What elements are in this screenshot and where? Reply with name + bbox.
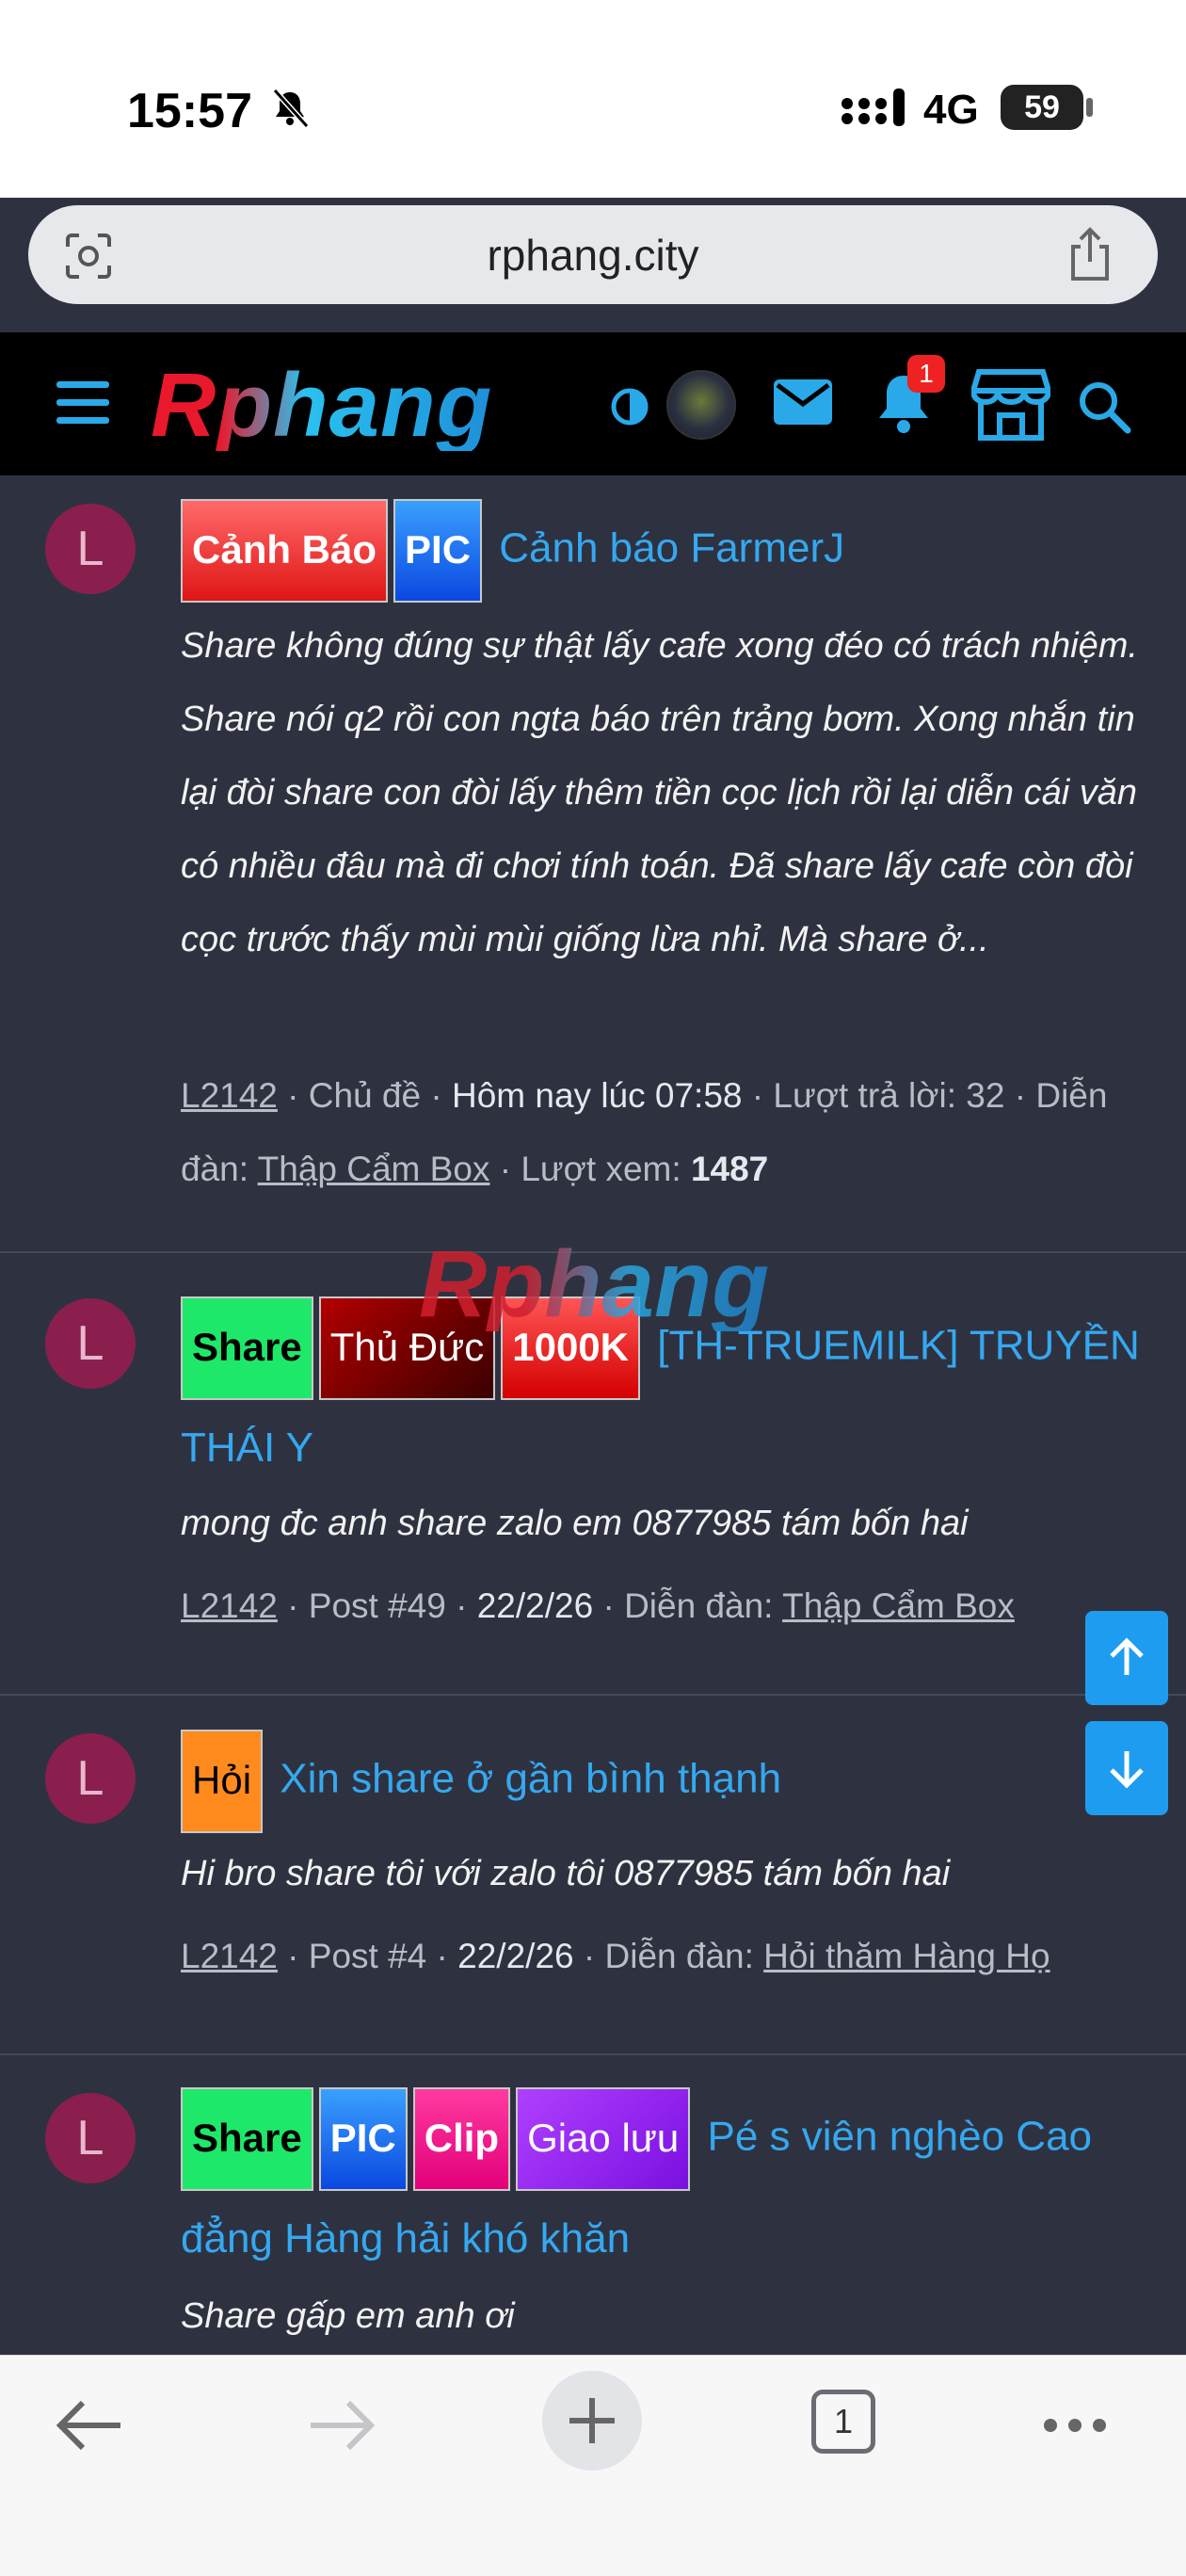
back-icon[interactable]: [55, 2397, 124, 2454]
prefix-label[interactable]: Share: [181, 1296, 313, 1400]
post-meta: L2142 · Chủ đề · Hôm nay lúc 07:58 · Lượ…: [181, 1076, 1108, 1188]
post-excerpt: Share không đúng sự thật lấy cafe xong đ…: [181, 626, 1138, 959]
views-label: Lượt xem:: [521, 1150, 681, 1188]
forum-link[interactable]: Thập Cẩm Box: [782, 1586, 1015, 1625]
site-header: Rphang 1: [0, 332, 1186, 475]
thread-title-text[interactable]: Xin share ở gần bình thạnh: [280, 1756, 781, 1802]
post-excerpt: Hi bro share tôi với zalo tôi 0877985 tá…: [181, 1854, 951, 1893]
tab-switcher[interactable]: 1: [811, 2390, 875, 2454]
avatar[interactable]: L: [45, 2093, 136, 2183]
replies-label: Lượt trả lời:: [773, 1076, 957, 1115]
more-icon[interactable]: [1041, 2414, 1109, 2437]
bell-muted-icon: [272, 88, 310, 128]
views-count: 1487: [690, 1150, 769, 1188]
battery-nub: [1086, 98, 1093, 117]
user-avatar[interactable]: [666, 370, 736, 440]
share-icon[interactable]: [1064, 226, 1116, 282]
forum-link[interactable]: Hỏi thăm Hàng Họ: [763, 1937, 1050, 1975]
thread-title[interactable]: Cảnh Báo PIC Cảnh báo FarmerJ: [181, 499, 1150, 603]
avatar[interactable]: L: [45, 1298, 136, 1389]
forward-icon[interactable]: [307, 2397, 377, 2454]
arrow-down-icon: [1110, 1751, 1144, 1789]
prefix-label[interactable]: Giao lưu: [516, 2087, 691, 2191]
signal-icon: [841, 89, 905, 126]
post-date: 22/2/26: [476, 1586, 594, 1625]
status-time: 15:57: [127, 84, 252, 138]
list-item[interactable]: L Share PIC Clip Giao lưu Pé s viên nghèo C…: [0, 2055, 1186, 2355]
browser-toolbar: 1: [0, 2355, 1186, 2576]
prefix-label[interactable]: Hỏi: [181, 1730, 264, 1833]
post-meta: L2142 · Post #4 · 22/2/26 · Diễn đàn: Hỏ…: [181, 1937, 1050, 1975]
thread-title-text[interactable]: Cảnh báo FarmerJ: [499, 525, 844, 572]
replies-count: 32: [966, 1076, 1005, 1115]
post-number: Post #4: [308, 1937, 427, 1975]
search-icon[interactable]: [1077, 379, 1131, 434]
prefix-label[interactable]: Cảnh Báo: [181, 499, 389, 603]
thread-title[interactable]: Hỏi Xin share ở gần bình thạnh: [181, 1730, 1150, 1833]
store-icon[interactable]: [971, 368, 1050, 442]
watermark-logo: Rphang: [419, 1232, 770, 1337]
battery-icon: 59: [1001, 85, 1083, 130]
post-meta: L2142 · Post #49 · 22/2/26 · Diễn đàn: T…: [181, 1586, 1015, 1625]
post-date: 22/2/26: [457, 1937, 574, 1975]
theme-toggle-icon[interactable]: [610, 387, 649, 427]
notification-badge: 1: [907, 355, 945, 393]
forum-label: Diễn đàn:: [604, 1937, 754, 1975]
list-item[interactable]: L Cảnh Báo PIC Cảnh báo FarmerJ Share khô…: [0, 475, 1186, 1253]
search-results: L Cảnh Báo PIC Cảnh báo FarmerJ Share khô…: [0, 475, 1186, 2355]
menu-icon[interactable]: [56, 381, 109, 424]
post-excerpt: mong đc anh share zalo em 0877985 tám bố…: [181, 1504, 969, 1543]
new-tab-button[interactable]: [542, 2371, 642, 2471]
prefix-label[interactable]: PIC: [318, 2087, 408, 2191]
mail-icon[interactable]: [772, 378, 834, 427]
url-text[interactable]: rphang.city: [28, 230, 1158, 281]
prefix-label[interactable]: Share: [181, 2087, 313, 2191]
content-type: Chủ đề: [308, 1076, 422, 1115]
list-item[interactable]: L Hỏi Xin share ở gần bình thạnh Hi bro …: [0, 1696, 1186, 2055]
forum-label: Diễn đàn:: [624, 1586, 774, 1625]
post-excerpt: Share gấp em anh ơi: [181, 2296, 515, 2336]
avatar[interactable]: L: [45, 504, 136, 594]
thread-title[interactable]: Share PIC Clip Giao lưu Pé s viên nghèo Cao…: [181, 2087, 1150, 2287]
avatar[interactable]: L: [45, 1733, 136, 1824]
address-bar[interactable]: rphang.city: [28, 205, 1158, 304]
post-date: Hôm nay lúc 07:58: [451, 1076, 743, 1115]
site-logo[interactable]: Rphang: [151, 361, 492, 451]
scroll-top-button[interactable]: [1085, 1611, 1168, 1705]
author-link[interactable]: L2142: [181, 1076, 278, 1115]
prefix-label[interactable]: PIC: [393, 499, 483, 603]
post-number: Post #49: [308, 1586, 446, 1625]
prefix-label[interactable]: Clip: [412, 2087, 511, 2191]
arrow-up-icon: [1110, 1637, 1144, 1675]
scroll-bottom-button[interactable]: [1085, 1721, 1168, 1815]
plus-icon: [569, 2398, 615, 2443]
author-link[interactable]: L2142: [181, 1586, 278, 1625]
status-bar: 15:57 4G 59 rphang.city: [0, 0, 1186, 304]
network-type: 4G: [923, 87, 979, 133]
author-link[interactable]: L2142: [181, 1937, 278, 1975]
forum-link[interactable]: Thập Cẩm Box: [258, 1150, 490, 1188]
